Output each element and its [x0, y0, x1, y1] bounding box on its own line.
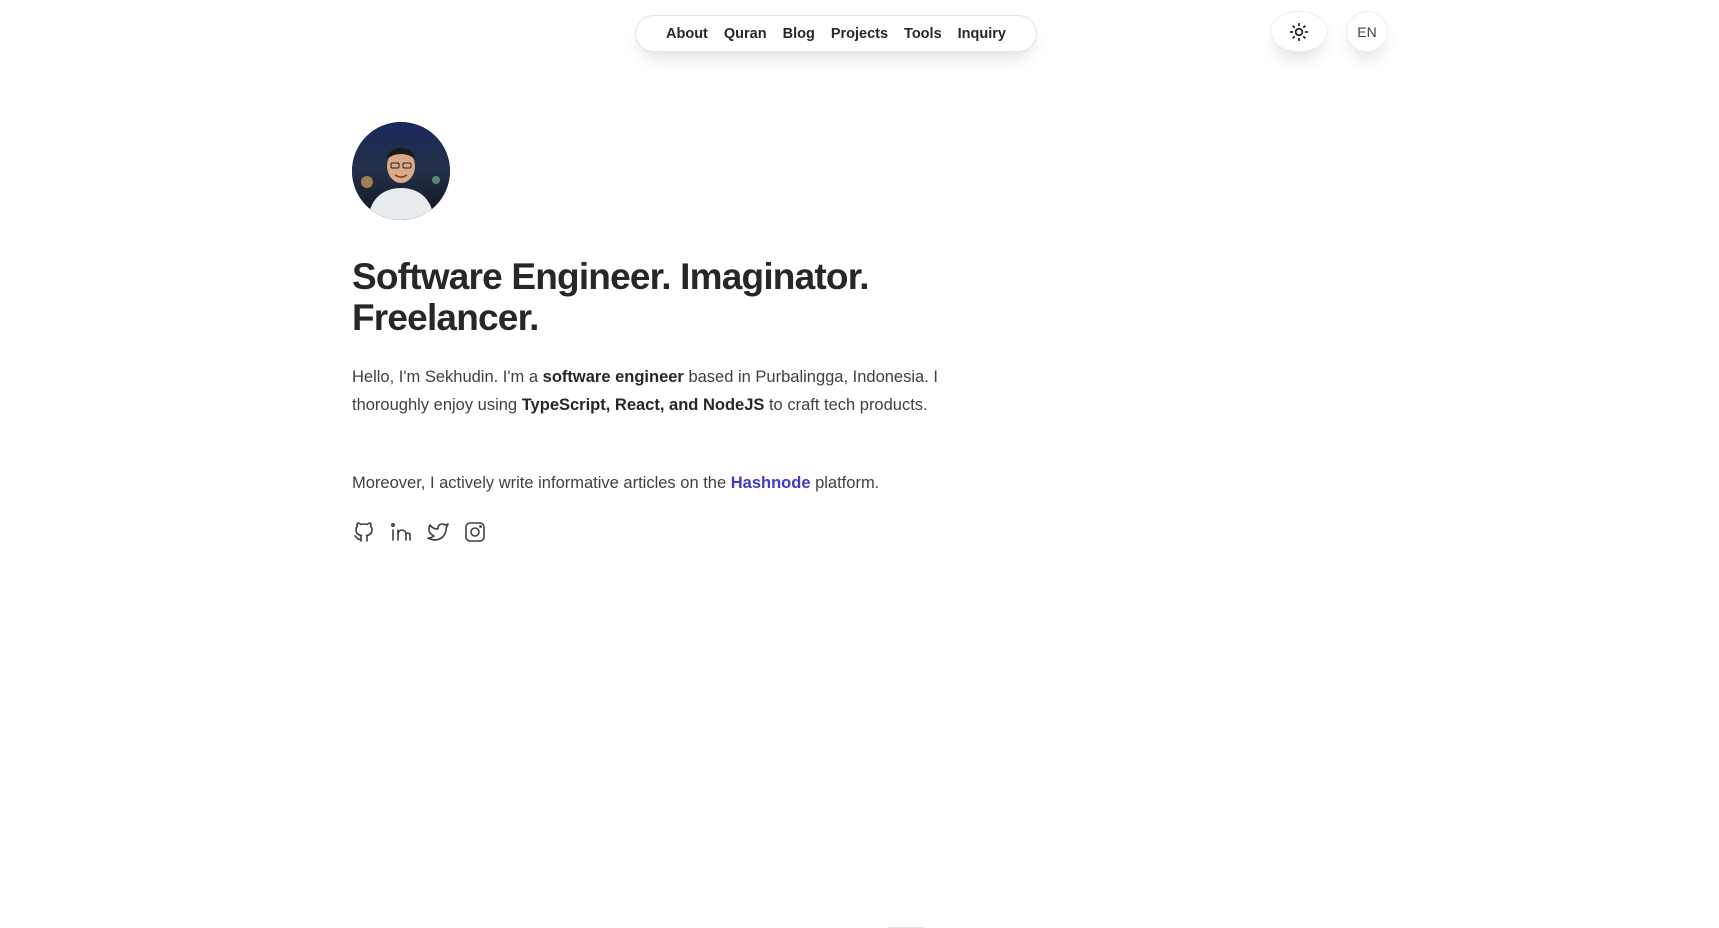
nav-inquiry[interactable]: Inquiry	[958, 26, 1006, 42]
nav-tools[interactable]: Tools	[904, 26, 942, 42]
intro-text-3: to craft tech products.	[764, 396, 928, 414]
articles-text-2: platform.	[810, 474, 880, 492]
articles-paragraph: Moreover, I actively write informative a…	[352, 469, 952, 497]
articles-text-1: Moreover, I actively write informative a…	[352, 474, 731, 492]
nav-projects[interactable]: Projects	[831, 26, 888, 42]
headline-line-1: Software Engineer. Imaginator.	[352, 256, 870, 297]
intro-text-1: Hello, I'm Sekhudin. I'm a	[352, 368, 543, 386]
avatar	[352, 122, 450, 220]
nav-quran[interactable]: Quran	[724, 26, 767, 42]
intro-paragraph: Hello, I'm Sekhudin. I'm a software engi…	[352, 363, 952, 419]
social-links	[352, 520, 487, 544]
intro-bold-2: TypeScript, React, and NodeJS	[521, 396, 765, 414]
main-nav: About Quran Blog Projects Tools Inquiry	[635, 15, 1037, 52]
github-icon[interactable]	[352, 520, 376, 544]
nav-blog[interactable]: Blog	[783, 26, 815, 42]
intro-bold-1: software engineer	[542, 368, 684, 386]
page-title: Software Engineer. Imaginator. Freelance…	[352, 256, 952, 338]
instagram-icon[interactable]	[463, 520, 487, 544]
hashnode-link[interactable]: Hashnode	[731, 474, 811, 492]
headline-line-2: Freelancer.	[352, 297, 539, 338]
theme-toggle-button[interactable]	[1270, 11, 1328, 52]
language-button[interactable]: EN	[1346, 11, 1388, 52]
twitter-icon[interactable]	[426, 520, 450, 544]
nav-about[interactable]: About	[666, 26, 708, 42]
linkedin-icon[interactable]	[389, 520, 413, 544]
sun-icon	[1289, 22, 1309, 41]
